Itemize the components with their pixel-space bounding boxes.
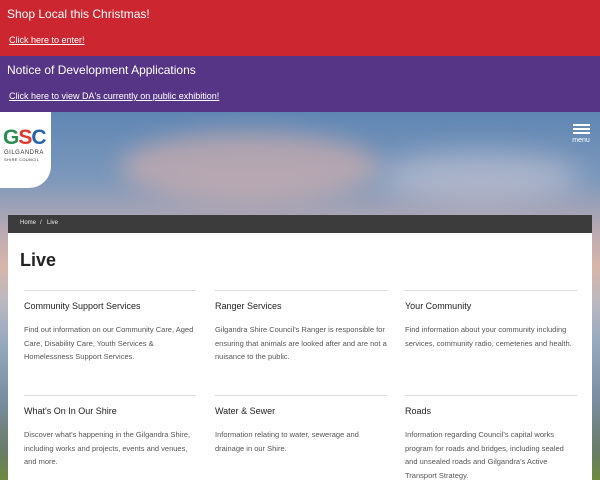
card-desc: Find information about your community in… bbox=[405, 325, 572, 348]
hero-cloud bbox=[380, 152, 580, 202]
banner-da-link[interactable]: Click here to view DA's currently on pub… bbox=[9, 91, 219, 101]
logo-line1: GILGANDRA bbox=[4, 150, 44, 156]
logo-line2: SHIRE COUNCIL bbox=[4, 157, 40, 162]
banner-title: Notice of Development Applications bbox=[7, 63, 196, 77]
card-desc: Gilgandra Shire Council's Ranger is resp… bbox=[215, 325, 387, 361]
development-banner: Notice of Development Applications Click… bbox=[0, 56, 600, 112]
hamburger-icon bbox=[573, 124, 590, 126]
card-desc: Discover what's happening in the Gilgand… bbox=[24, 430, 191, 466]
breadcrumb-current: Live bbox=[47, 220, 59, 226]
card-title[interactable]: Community Support Services bbox=[24, 301, 141, 311]
card-title[interactable]: What's On In Our Shire bbox=[24, 406, 117, 416]
menu-label[interactable]: menu bbox=[568, 137, 594, 144]
christmas-banner: Shop Local this Christmas! Click here to… bbox=[0, 0, 600, 56]
card-desc: Information regarding Council's capital … bbox=[405, 430, 564, 480]
card-desc: Find out information on our Community Ca… bbox=[24, 325, 194, 361]
card-desc: Information relating to water, sewerage … bbox=[215, 430, 359, 453]
card-title[interactable]: Ranger Services bbox=[215, 301, 282, 311]
breadcrumb-separator: / bbox=[40, 220, 42, 226]
logo-letters: GSC bbox=[3, 126, 47, 149]
page-title: Live bbox=[20, 250, 57, 270]
banner-enter-link[interactable]: Click here to enter! bbox=[9, 35, 85, 45]
hero-cloud bbox=[120, 132, 380, 202]
site-logo[interactable]: GSC GILGANDRA SHIRE COUNCIL bbox=[0, 112, 51, 188]
card-title[interactable]: Your Community bbox=[405, 301, 471, 311]
banner-title: Shop Local this Christmas! bbox=[7, 7, 150, 21]
breadcrumb-home[interactable]: Home bbox=[20, 220, 36, 226]
card-title[interactable]: Water & Sewer bbox=[215, 406, 275, 416]
card-title[interactable]: Roads bbox=[405, 406, 431, 416]
menu-button[interactable] bbox=[568, 122, 594, 148]
breadcrumb: Home / Live bbox=[8, 215, 592, 233]
